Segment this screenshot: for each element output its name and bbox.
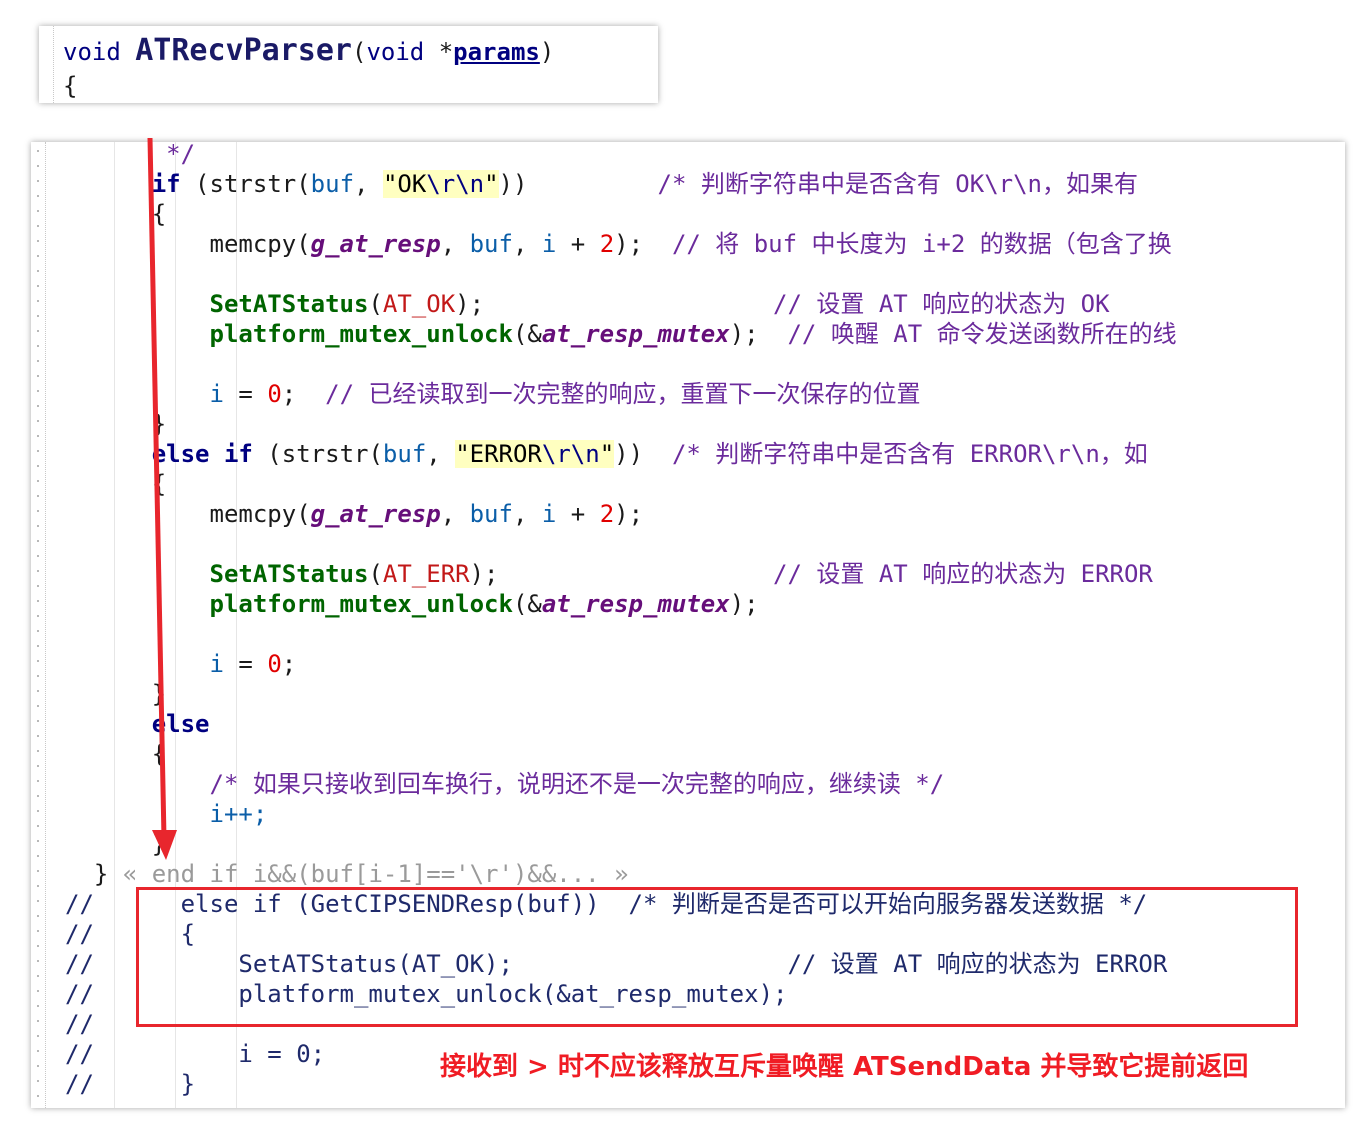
arrow-head [152,830,177,860]
down-arrow-icon [147,137,177,860]
arrow-shaft [147,137,167,839]
annotation-text: 接收到 > 时不应该释放互斥量唤醒 ATSendData 并导致它提前返回 [440,1052,1249,1082]
